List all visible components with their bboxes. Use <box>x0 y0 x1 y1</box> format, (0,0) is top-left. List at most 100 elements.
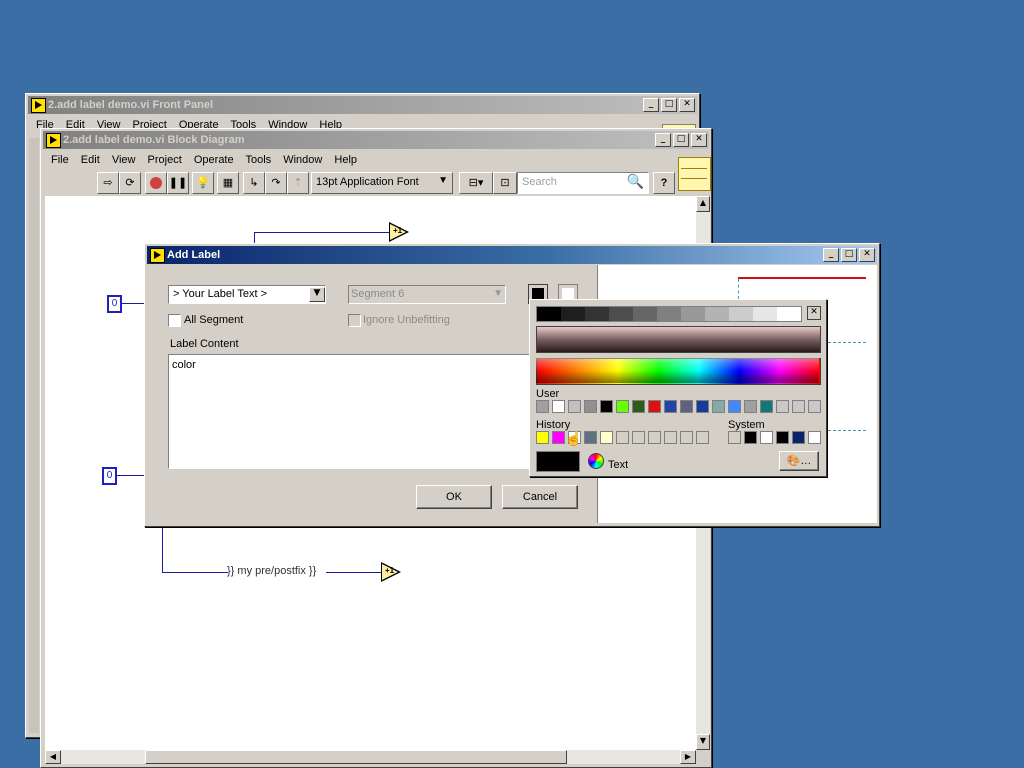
system-color-swatch[interactable] <box>744 431 757 444</box>
user-color-swatch[interactable] <box>808 400 821 413</box>
gray-swatch[interactable] <box>561 307 585 321</box>
user-color-swatch[interactable] <box>776 400 789 413</box>
cancel-button[interactable]: Cancel <box>502 485 578 509</box>
maximize-icon[interactable]: □ <box>841 248 857 262</box>
label-select[interactable]: > Your Label Text > ▼ <box>168 285 326 304</box>
system-color-swatch[interactable] <box>792 431 805 444</box>
history-color-swatch[interactable] <box>552 431 565 444</box>
user-color-swatch[interactable] <box>648 400 661 413</box>
user-color-swatch[interactable] <box>680 400 693 413</box>
user-color-swatch[interactable] <box>760 400 773 413</box>
distribute-objects-icon[interactable]: ⊡ <box>493 172 517 194</box>
scroll-right-icon[interactable]: ▶ <box>680 750 696 764</box>
gray-swatch[interactable] <box>681 307 705 321</box>
gray-swatch[interactable] <box>585 307 609 321</box>
system-color-swatch[interactable] <box>776 431 789 444</box>
numeric-constant-bottom[interactable]: 0 <box>102 467 117 485</box>
history-color-swatch[interactable] <box>696 431 709 444</box>
maximize-icon[interactable]: □ <box>673 133 689 147</box>
numeric-constant-top[interactable]: 0 <box>107 295 122 313</box>
history-color-swatch[interactable] <box>616 431 629 444</box>
run-continuously-icon[interactable]: ⟳ <box>119 172 141 194</box>
menu-view[interactable]: View <box>112 154 136 166</box>
menu-edit[interactable]: Edit <box>81 154 100 166</box>
maximize-icon[interactable]: □ <box>661 98 677 112</box>
gray-swatch[interactable] <box>657 307 681 321</box>
highlight-execution-icon[interactable]: 💡 <box>192 172 214 194</box>
font-select[interactable]: 13pt Application Font ▼ <box>311 172 453 194</box>
dialog-titlebar[interactable]: Add Label _ □ ✕ <box>147 246 877 264</box>
menu-tools[interactable]: Tools <box>245 154 271 166</box>
close-icon[interactable]: ✕ <box>859 248 875 262</box>
gray-swatch[interactable] <box>609 307 633 321</box>
hue-grey-gradient[interactable] <box>536 326 821 353</box>
history-color-swatch[interactable] <box>600 431 613 444</box>
user-color-swatch[interactable] <box>664 400 677 413</box>
gray-swatch[interactable] <box>705 307 729 321</box>
align-objects-icon[interactable]: ⊟▾ <box>459 172 493 194</box>
close-icon[interactable]: ✕ <box>691 133 707 147</box>
run-arrow-icon[interactable]: ⇨ <box>97 172 119 194</box>
chevron-down-icon[interactable]: ▼ <box>309 287 325 302</box>
history-color-swatch[interactable] <box>648 431 661 444</box>
user-color-swatch[interactable] <box>712 400 725 413</box>
user-color-swatch[interactable] <box>696 400 709 413</box>
history-color-swatch[interactable] <box>632 431 645 444</box>
label-content-textarea[interactable]: color <box>168 354 532 469</box>
step-out-icon[interactable]: ⇡ <box>287 172 309 194</box>
user-color-swatch[interactable] <box>584 400 597 413</box>
string-constant[interactable]: }} my pre/postfix }} <box>227 565 316 577</box>
user-color-swatch[interactable] <box>616 400 629 413</box>
minimize-icon[interactable]: _ <box>823 248 839 262</box>
system-color-swatch[interactable] <box>728 431 741 444</box>
user-color-swatch[interactable] <box>552 400 565 413</box>
user-color-swatch[interactable] <box>600 400 613 413</box>
close-icon[interactable]: ✕ <box>679 98 695 112</box>
user-color-swatch[interactable] <box>536 400 549 413</box>
ok-button[interactable]: OK <box>416 485 492 509</box>
system-color-swatch[interactable] <box>760 431 773 444</box>
gray-swatch[interactable] <box>777 307 801 321</box>
block-diagram-titlebar[interactable]: 2.add label demo.vi Block Diagram _ □ ✕ <box>43 131 709 149</box>
user-color-swatch[interactable] <box>632 400 645 413</box>
grayscale-strip[interactable] <box>536 306 802 322</box>
search-icon[interactable]: 🔍 <box>627 173 644 190</box>
gray-swatch[interactable] <box>729 307 753 321</box>
pause-icon[interactable]: ❚❚ <box>167 172 189 194</box>
more-colors-button[interactable]: 🎨… <box>779 451 819 471</box>
user-color-swatch[interactable] <box>728 400 741 413</box>
retain-wire-values-icon[interactable]: ▦ <box>217 172 239 194</box>
history-color-swatch[interactable] <box>536 431 549 444</box>
help-icon[interactable]: ? <box>653 172 675 194</box>
menu-project[interactable]: Project <box>148 154 182 166</box>
user-color-swatch[interactable] <box>568 400 581 413</box>
scroll-down-icon[interactable]: ▼ <box>696 734 710 750</box>
history-color-swatch[interactable] <box>584 431 597 444</box>
scroll-up-icon[interactable]: ▲ <box>696 196 710 212</box>
history-color-swatch[interactable] <box>680 431 693 444</box>
user-color-swatch[interactable] <box>792 400 805 413</box>
vi-connector-pane[interactable] <box>678 157 711 191</box>
minimize-icon[interactable]: _ <box>655 133 671 147</box>
minimize-icon[interactable]: _ <box>643 98 659 112</box>
system-color-swatch[interactable] <box>808 431 821 444</box>
gray-swatch[interactable] <box>537 307 561 321</box>
all-segment-checkbox[interactable] <box>168 314 181 327</box>
color-wheel-icon[interactable] <box>588 453 604 469</box>
abort-icon[interactable] <box>145 172 167 194</box>
scroll-thumb[interactable] <box>145 750 567 764</box>
gray-swatch[interactable] <box>633 307 657 321</box>
menu-window[interactable]: Window <box>283 154 322 166</box>
user-color-swatch[interactable] <box>744 400 757 413</box>
step-over-icon[interactable]: ↷ <box>265 172 287 194</box>
step-into-icon[interactable]: ↳ <box>243 172 265 194</box>
gray-swatch[interactable] <box>753 307 777 321</box>
menu-help[interactable]: Help <box>334 154 357 166</box>
menu-operate[interactable]: Operate <box>194 154 234 166</box>
history-color-swatch[interactable] <box>664 431 677 444</box>
front-panel-titlebar[interactable]: 2.add label demo.vi Front Panel _ □ ✕ <box>28 96 697 114</box>
search-input[interactable]: Search 🔍 <box>517 172 649 194</box>
close-icon[interactable]: ✕ <box>807 306 821 320</box>
horizontal-scrollbar[interactable]: ◀ ▶ <box>45 750 696 764</box>
scroll-left-icon[interactable]: ◀ <box>45 750 61 764</box>
